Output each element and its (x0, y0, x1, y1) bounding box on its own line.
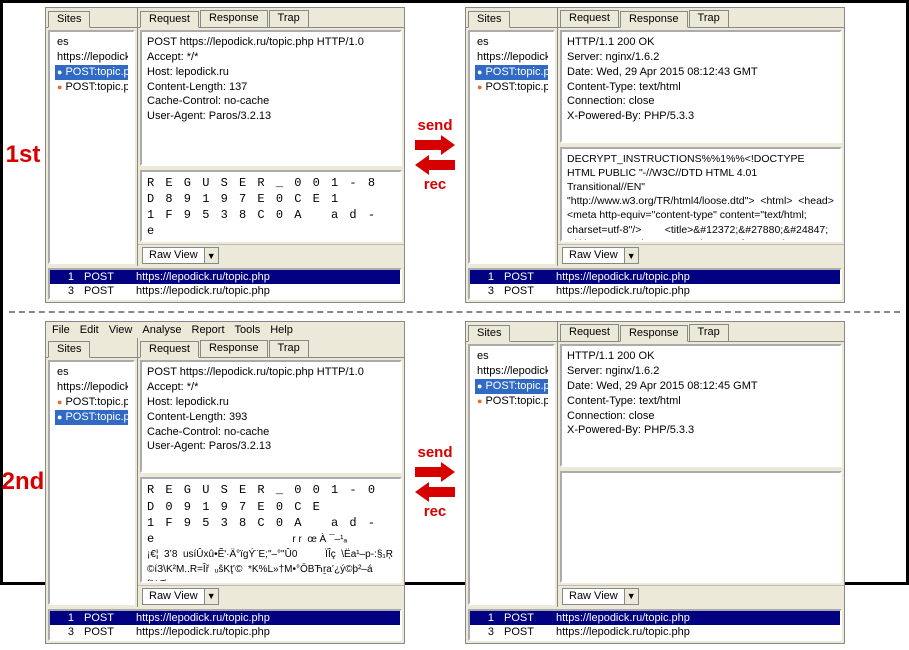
panel-right-2: Sites es https://lepodick.ru ●POST:topic… (465, 321, 845, 643)
bullet-icon: ● (477, 395, 482, 407)
tab-sites[interactable]: Sites (48, 341, 90, 358)
table-row: 3POSThttps://lepodick.ru/topic.php (470, 284, 840, 298)
tab-request[interactable]: Request (560, 324, 619, 341)
table-row: 1POSThttps://lepodick.ru/topic.php (470, 270, 840, 284)
arrow-left-icon (413, 156, 457, 174)
row-first: 1st Sites es https://lepodick.ru ●POST:t… (3, 3, 906, 307)
sites-tree[interactable]: es https://lepodick.ru ●POST:topic.php ●… (48, 30, 135, 264)
site-root: es (55, 35, 128, 50)
tab-trap[interactable]: Trap (269, 10, 309, 27)
menu-report[interactable]: Report (192, 324, 225, 336)
table-row: 3POSThttps://lepodick.ru/topic.php (50, 284, 400, 298)
request-body-box[interactable]: R E G U S E R _ 0 0 1 - 8 D 8 9 1 9 7 E … (140, 170, 402, 243)
arrow-right-icon (413, 136, 457, 154)
tab-response[interactable]: Response (620, 325, 688, 342)
bottom-request-list[interactable]: 1POSThttps://lepodick.ru/topic.php 3POST… (468, 268, 842, 300)
menu-file[interactable]: File (52, 324, 70, 336)
table-row: 1POSThttps://lepodick.ru/topic.php (50, 270, 400, 284)
label-first: 1st (3, 3, 43, 307)
controls-bar: Raw View ▼ (138, 585, 404, 607)
tree-item-selected: ●POST:topic.php (55, 65, 128, 80)
rawview-dropdown[interactable]: Raw View ▼ (142, 247, 219, 264)
chevron-down-icon[interactable]: ▼ (204, 248, 218, 263)
chevron-down-icon[interactable]: ▼ (624, 248, 638, 263)
tab-request[interactable]: Request (140, 341, 199, 358)
tab-response[interactable]: Response (200, 340, 268, 357)
tab-trap[interactable]: Trap (689, 324, 729, 341)
bullet-icon: ● (57, 396, 62, 408)
bullet-icon: ● (57, 66, 62, 78)
rawview-dropdown[interactable]: Raw View ▼ (142, 588, 219, 605)
bullet-icon: ● (477, 380, 482, 392)
bullet-icon: ● (57, 411, 62, 423)
bottom-request-list[interactable]: 1POSThttps://lepodick.ru/topic.php 3POST… (48, 609, 402, 641)
response-body-box[interactable] (560, 471, 842, 583)
tab-trap[interactable]: Trap (689, 10, 729, 27)
request-body-box[interactable]: R E G U S E R _ 0 0 1 - 0 D 0 9 1 9 7 E … (140, 477, 402, 582)
table-row: 1POSThttps://lepodick.ru/topic.php (470, 611, 840, 625)
arrow-left-icon (413, 483, 457, 501)
panel-left-2: File Edit View Analyse Report Tools Help… (45, 321, 405, 643)
tab-trap[interactable]: Trap (269, 340, 309, 357)
row-second: 2nd File Edit View Analyse Report Tools … (3, 317, 906, 647)
rawview-dropdown[interactable]: Raw View ▼ (562, 588, 639, 605)
table-row: 3POSThttps://lepodick.ru/topic.php (50, 625, 400, 639)
menu-view[interactable]: View (109, 324, 133, 336)
controls-bar: Raw View ▼ (558, 585, 844, 607)
arrows-send-rec: send rec (407, 317, 463, 647)
tab-request[interactable]: Request (140, 11, 199, 28)
tab-sites[interactable]: Sites (48, 11, 90, 28)
table-row: 1POSThttps://lepodick.ru/topic.php (50, 611, 400, 625)
table-row: 3POSThttps://lepodick.ru/topic.php (470, 625, 840, 639)
sites-tree[interactable]: es https://lepodick.ru ●POST:topic.php ●… (468, 344, 555, 604)
chevron-down-icon[interactable]: ▼ (624, 589, 638, 604)
tab-sites[interactable]: Sites (468, 11, 510, 28)
response-header-box[interactable]: HTTP/1.1 200 OK Server: nginx/1.6.2 Date… (560, 30, 842, 143)
request-header-box[interactable]: POST https://lepodick.ru/topic.php HTTP/… (140, 360, 402, 473)
menu-tools[interactable]: Tools (235, 324, 261, 336)
sites-tree[interactable]: es https://lepodick.ru ●POST:topic.php ●… (468, 30, 555, 264)
chevron-down-icon[interactable]: ▼ (204, 589, 218, 604)
controls-bar: Raw View ▼ (138, 244, 404, 266)
tab-response[interactable]: Response (200, 10, 268, 27)
bullet-icon: ● (57, 81, 62, 93)
tab-response[interactable]: Response (620, 11, 688, 28)
bullet-icon: ● (477, 66, 482, 78)
response-body-box[interactable]: DECRYPT_INSTRUCTIONS%%1%%<!DOCTYPE HTML … (560, 147, 842, 243)
menubar: File Edit View Analyse Report Tools Help (46, 322, 404, 338)
menu-edit[interactable]: Edit (80, 324, 99, 336)
controls-bar: Raw View ▼ (558, 244, 844, 266)
label-second: 2nd (3, 317, 43, 647)
menu-help[interactable]: Help (270, 324, 293, 336)
bottom-request-list[interactable]: 1POSThttps://lepodick.ru/topic.php 3POST… (468, 609, 842, 641)
request-header-box[interactable]: POST https://lepodick.ru/topic.php HTTP/… (140, 30, 402, 166)
arrow-right-icon (413, 463, 457, 481)
response-header-box[interactable]: HTTP/1.1 200 OK Server: nginx/1.6.2 Date… (560, 344, 842, 466)
tree-item: https://lepodick.ru (55, 50, 128, 65)
bullet-icon: ● (477, 81, 482, 93)
row-divider (9, 311, 900, 313)
panel-left-1: Sites es https://lepodick.ru ●POST:topic… (45, 7, 405, 303)
panel-right-1: Sites es https://lepodick.ru ●POST:topic… (465, 7, 845, 303)
tab-sites[interactable]: Sites (468, 325, 510, 342)
sites-tree[interactable]: es https://lepodick.ru ●POST:topic.php ●… (48, 360, 135, 604)
arrows-send-rec: send rec (407, 3, 463, 307)
rawview-dropdown[interactable]: Raw View ▼ (562, 247, 639, 264)
menu-analyse[interactable]: Analyse (142, 324, 181, 336)
tree-item: ●POST:topic.php (55, 80, 128, 95)
tab-request[interactable]: Request (560, 10, 619, 27)
bottom-request-list[interactable]: 1POSThttps://lepodick.ru/topic.php 3POST… (48, 268, 402, 300)
